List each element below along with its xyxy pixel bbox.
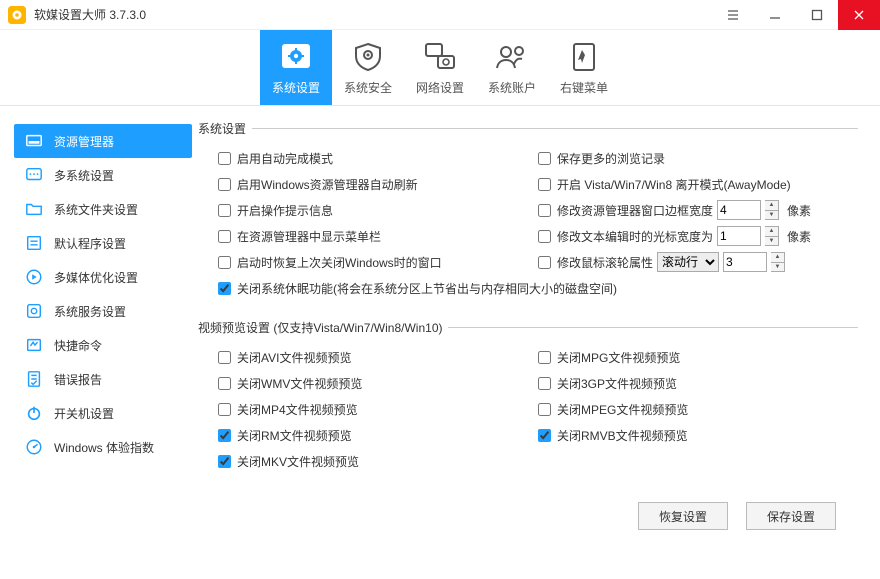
folder-icon: [24, 199, 44, 219]
sidebar-item-services[interactable]: 系统服务设置: [14, 294, 192, 328]
users-icon: [491, 39, 533, 75]
unit-label: 像素: [787, 228, 811, 245]
tab-label: 右键菜单: [560, 79, 608, 96]
sidebar-item-shortcuts[interactable]: 快捷命令: [14, 328, 192, 362]
chk-disable-avi[interactable]: 关闭AVI文件视频预览: [218, 349, 351, 366]
sidebar-item-sysfolders[interactable]: 系统文件夹设置: [14, 192, 192, 226]
sidebar-item-label: 资源管理器: [54, 133, 114, 150]
tab-label: 系统安全: [344, 79, 392, 96]
wheel-lines-input[interactable]: [723, 252, 767, 272]
minimize-button[interactable]: [754, 0, 796, 30]
chk-tooltips[interactable]: 开启操作提示信息: [218, 202, 333, 219]
wheel-lines-spinner[interactable]: ▲▼: [771, 252, 785, 272]
border-width-spinner[interactable]: ▲▼: [765, 200, 779, 220]
power-icon: [24, 403, 44, 423]
save-button[interactable]: 保存设置: [746, 502, 836, 530]
chk-disable-rmvb[interactable]: 关闭RMVB文件视频预览: [538, 427, 688, 444]
chk-disable-wmv[interactable]: 关闭WMV文件视频预览: [218, 375, 362, 392]
restore-button[interactable]: 恢复设置: [638, 502, 728, 530]
group-video-preview: 视频预览设置 (仅支持Vista/Win7/Win8/Win10) 关闭AVI文…: [198, 319, 858, 478]
shield-icon: [347, 39, 389, 75]
sidebar-item-label: 默认程序设置: [54, 235, 126, 252]
explorer-icon: [24, 131, 44, 151]
chk-disable-hibernate[interactable]: 关闭系统休眠功能(将会在系统分区上节省出与内存相同大小的磁盘空间): [218, 280, 617, 297]
chk-explorer-refresh[interactable]: 启用Windows资源管理器自动刷新: [218, 176, 418, 193]
close-button[interactable]: [838, 0, 880, 30]
sidebar-item-explorer[interactable]: 资源管理器: [14, 124, 192, 158]
tab-label: 网络设置: [416, 79, 464, 96]
chk-restore-windows[interactable]: 启动时恢复上次关闭Windows时的窗口: [218, 254, 442, 271]
checklist-icon: [24, 233, 44, 253]
footer-buttons: 恢复设置 保存设置: [198, 492, 858, 530]
wheel-mode-select[interactable]: 滚动行: [657, 252, 719, 272]
sidebar-item-label: 多媒体优化设置: [54, 269, 138, 286]
multiboot-icon: [24, 165, 44, 185]
group-legend: 视频预览设置 (仅支持Vista/Win7/Win8/Win10): [198, 319, 448, 336]
sidebar-item-label: 系统文件夹设置: [54, 201, 138, 218]
shortcut-icon: [24, 335, 44, 355]
sidebar-item-power[interactable]: 开关机设置: [14, 396, 192, 430]
app-title: 软媒设置大师 3.7.3.0: [34, 6, 146, 23]
sidebar-item-wei[interactable]: Windows 体验指数: [14, 430, 192, 464]
cursor-width-spinner[interactable]: ▲▼: [765, 226, 779, 246]
app-logo-icon: [8, 6, 26, 24]
top-tabbar: 系统设置 系统安全 网络设置 系统账户 右键菜单: [0, 30, 880, 106]
maximize-button[interactable]: [796, 0, 838, 30]
tab-context-menu[interactable]: 右键菜单: [548, 30, 620, 105]
menu-button[interactable]: [712, 0, 754, 30]
sidebar-item-label: 快捷命令: [54, 337, 102, 354]
sidebar-item-defaultprog[interactable]: 默认程序设置: [14, 226, 192, 260]
chk-disable-mkv[interactable]: 关闭MKV文件视频预览: [218, 453, 359, 470]
context-menu-icon: [563, 39, 605, 75]
chk-disable-3gp[interactable]: 关闭3GP文件视频预览: [538, 375, 677, 392]
chk-disable-mpeg[interactable]: 关闭MPEG文件视频预览: [538, 401, 688, 418]
cursor-width-input[interactable]: [717, 226, 761, 246]
group-system-settings: 系统设置 启用自动完成模式 保存更多的浏览记录 启用Windows资源管理器自动…: [198, 120, 858, 305]
tab-system-settings[interactable]: 系统设置: [260, 30, 332, 105]
network-icon: [419, 39, 461, 75]
chk-disable-mpg[interactable]: 关闭MPG文件视频预览: [538, 349, 680, 366]
tab-label: 系统设置: [272, 79, 320, 96]
sidebar-item-label: 错误报告: [54, 371, 102, 388]
border-width-input[interactable]: [717, 200, 761, 220]
tab-label: 系统账户: [488, 79, 536, 96]
sidebar: 资源管理器 多系统设置 系统文件夹设置 默认程序设置 多媒体优化设置 系统服务设…: [0, 106, 192, 579]
sidebar-item-label: 系统服务设置: [54, 303, 126, 320]
tab-system-security[interactable]: 系统安全: [332, 30, 404, 105]
tab-network-settings[interactable]: 网络设置: [404, 30, 476, 105]
group-legend: 系统设置: [198, 120, 252, 137]
unit-label: 像素: [787, 202, 811, 219]
sidebar-item-multimedia[interactable]: 多媒体优化设置: [14, 260, 192, 294]
chk-border-width[interactable]: 修改资源管理器窗口边框宽度: [538, 202, 713, 219]
sidebar-item-label: 多系统设置: [54, 167, 114, 184]
sidebar-item-multiboot[interactable]: 多系统设置: [14, 158, 192, 192]
chk-save-history[interactable]: 保存更多的浏览记录: [538, 150, 665, 167]
services-icon: [24, 301, 44, 321]
titlebar: 软媒设置大师 3.7.3.0: [0, 0, 880, 30]
report-icon: [24, 369, 44, 389]
chk-cursor-width[interactable]: 修改文本编辑时的光标宽度为: [538, 228, 713, 245]
chk-disable-mp4[interactable]: 关闭MP4文件视频预览: [218, 401, 358, 418]
settings-gear-icon: [275, 39, 317, 75]
chk-show-menubar[interactable]: 在资源管理器中显示菜单栏: [218, 228, 381, 245]
chk-mouse-wheel[interactable]: 修改鼠标滚轮属性: [538, 254, 653, 271]
chk-autocomplete[interactable]: 启用自动完成模式: [218, 150, 333, 167]
sidebar-item-label: 开关机设置: [54, 405, 114, 422]
chk-disable-rm[interactable]: 关闭RM文件视频预览: [218, 427, 352, 444]
content-area: 系统设置 启用自动完成模式 保存更多的浏览记录 启用Windows资源管理器自动…: [192, 106, 880, 579]
sidebar-item-errorreport[interactable]: 错误报告: [14, 362, 192, 396]
sidebar-item-label: Windows 体验指数: [54, 439, 154, 456]
gauge-icon: [24, 437, 44, 457]
tab-system-account[interactable]: 系统账户: [476, 30, 548, 105]
chk-away-mode[interactable]: 开启 Vista/Win7/Win8 离开模式(AwayMode): [538, 176, 791, 193]
media-icon: [24, 267, 44, 287]
